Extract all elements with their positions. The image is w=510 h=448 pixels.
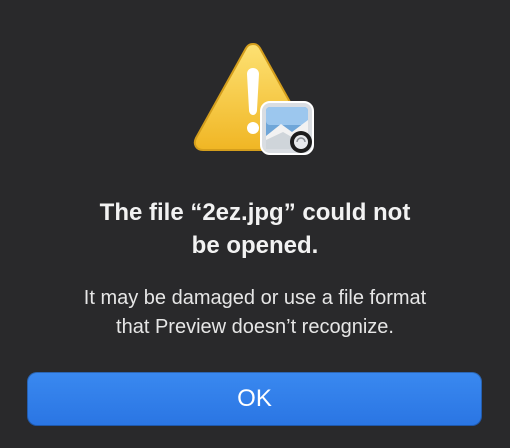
alert-message-line-1: It may be damaged or use a file format <box>83 287 427 309</box>
alert-message-line-2: that Preview doesn’t recognize. <box>116 316 394 338</box>
alert-message: It may be damaged or use a file format t… <box>0 284 510 342</box>
preview-app-icon <box>260 101 314 155</box>
alert-title: The file “2ez.jpg” could not be opened. <box>0 196 510 262</box>
warning-icon <box>193 42 314 155</box>
ok-button-label: OK <box>237 385 272 412</box>
alert-dialog: The file “2ez.jpg” could not be opened. … <box>0 0 510 448</box>
alert-title-line-2: be opened. <box>191 232 319 259</box>
alert-title-line-1: The file “2ez.jpg” could not <box>99 199 411 226</box>
alert-icon-group <box>193 40 319 160</box>
ok-button[interactable]: OK <box>27 372 482 426</box>
